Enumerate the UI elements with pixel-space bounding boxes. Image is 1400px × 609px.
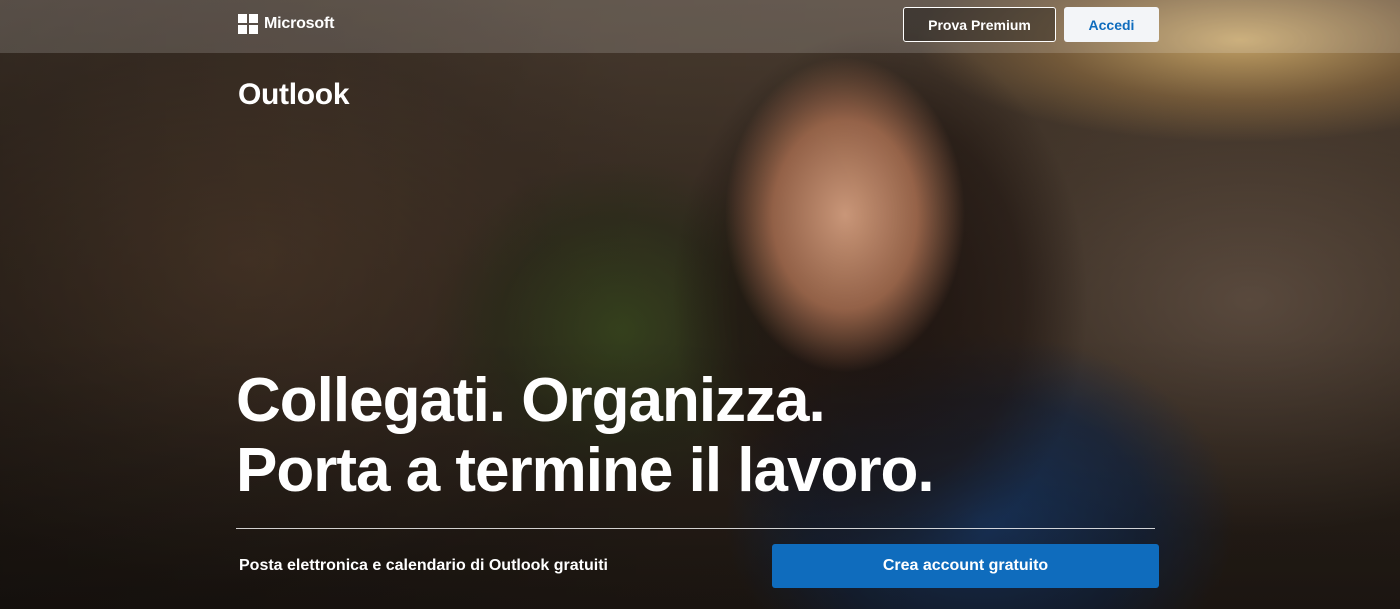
hero-subtext: Posta elettronica e calendario di Outloo…	[239, 557, 608, 574]
headline-line-2: Porta a termine il lavoro.	[236, 436, 935, 505]
create-free-account-button[interactable]: Crea account gratuito	[772, 544, 1159, 588]
hero-headline: Collegati. Organizza. Porta a termine il…	[236, 366, 935, 506]
microsoft-home-link[interactable]: Microsoft	[238, 14, 334, 34]
hero-overlay	[0, 0, 1400, 609]
microsoft-logo-icon	[238, 14, 258, 34]
hero-divider	[236, 528, 1155, 529]
top-navigation-bar: Microsoft Prova Premium Accedi	[0, 0, 1400, 53]
product-title: Outlook	[238, 78, 350, 111]
try-premium-button[interactable]: Prova Premium	[903, 7, 1056, 42]
sign-in-button[interactable]: Accedi	[1064, 7, 1159, 42]
brand-name: Microsoft	[264, 15, 335, 32]
outlook-landing-page: Microsoft Prova Premium Accedi Outlook C…	[0, 0, 1400, 609]
headline-line-1: Collegati. Organizza.	[236, 366, 826, 435]
